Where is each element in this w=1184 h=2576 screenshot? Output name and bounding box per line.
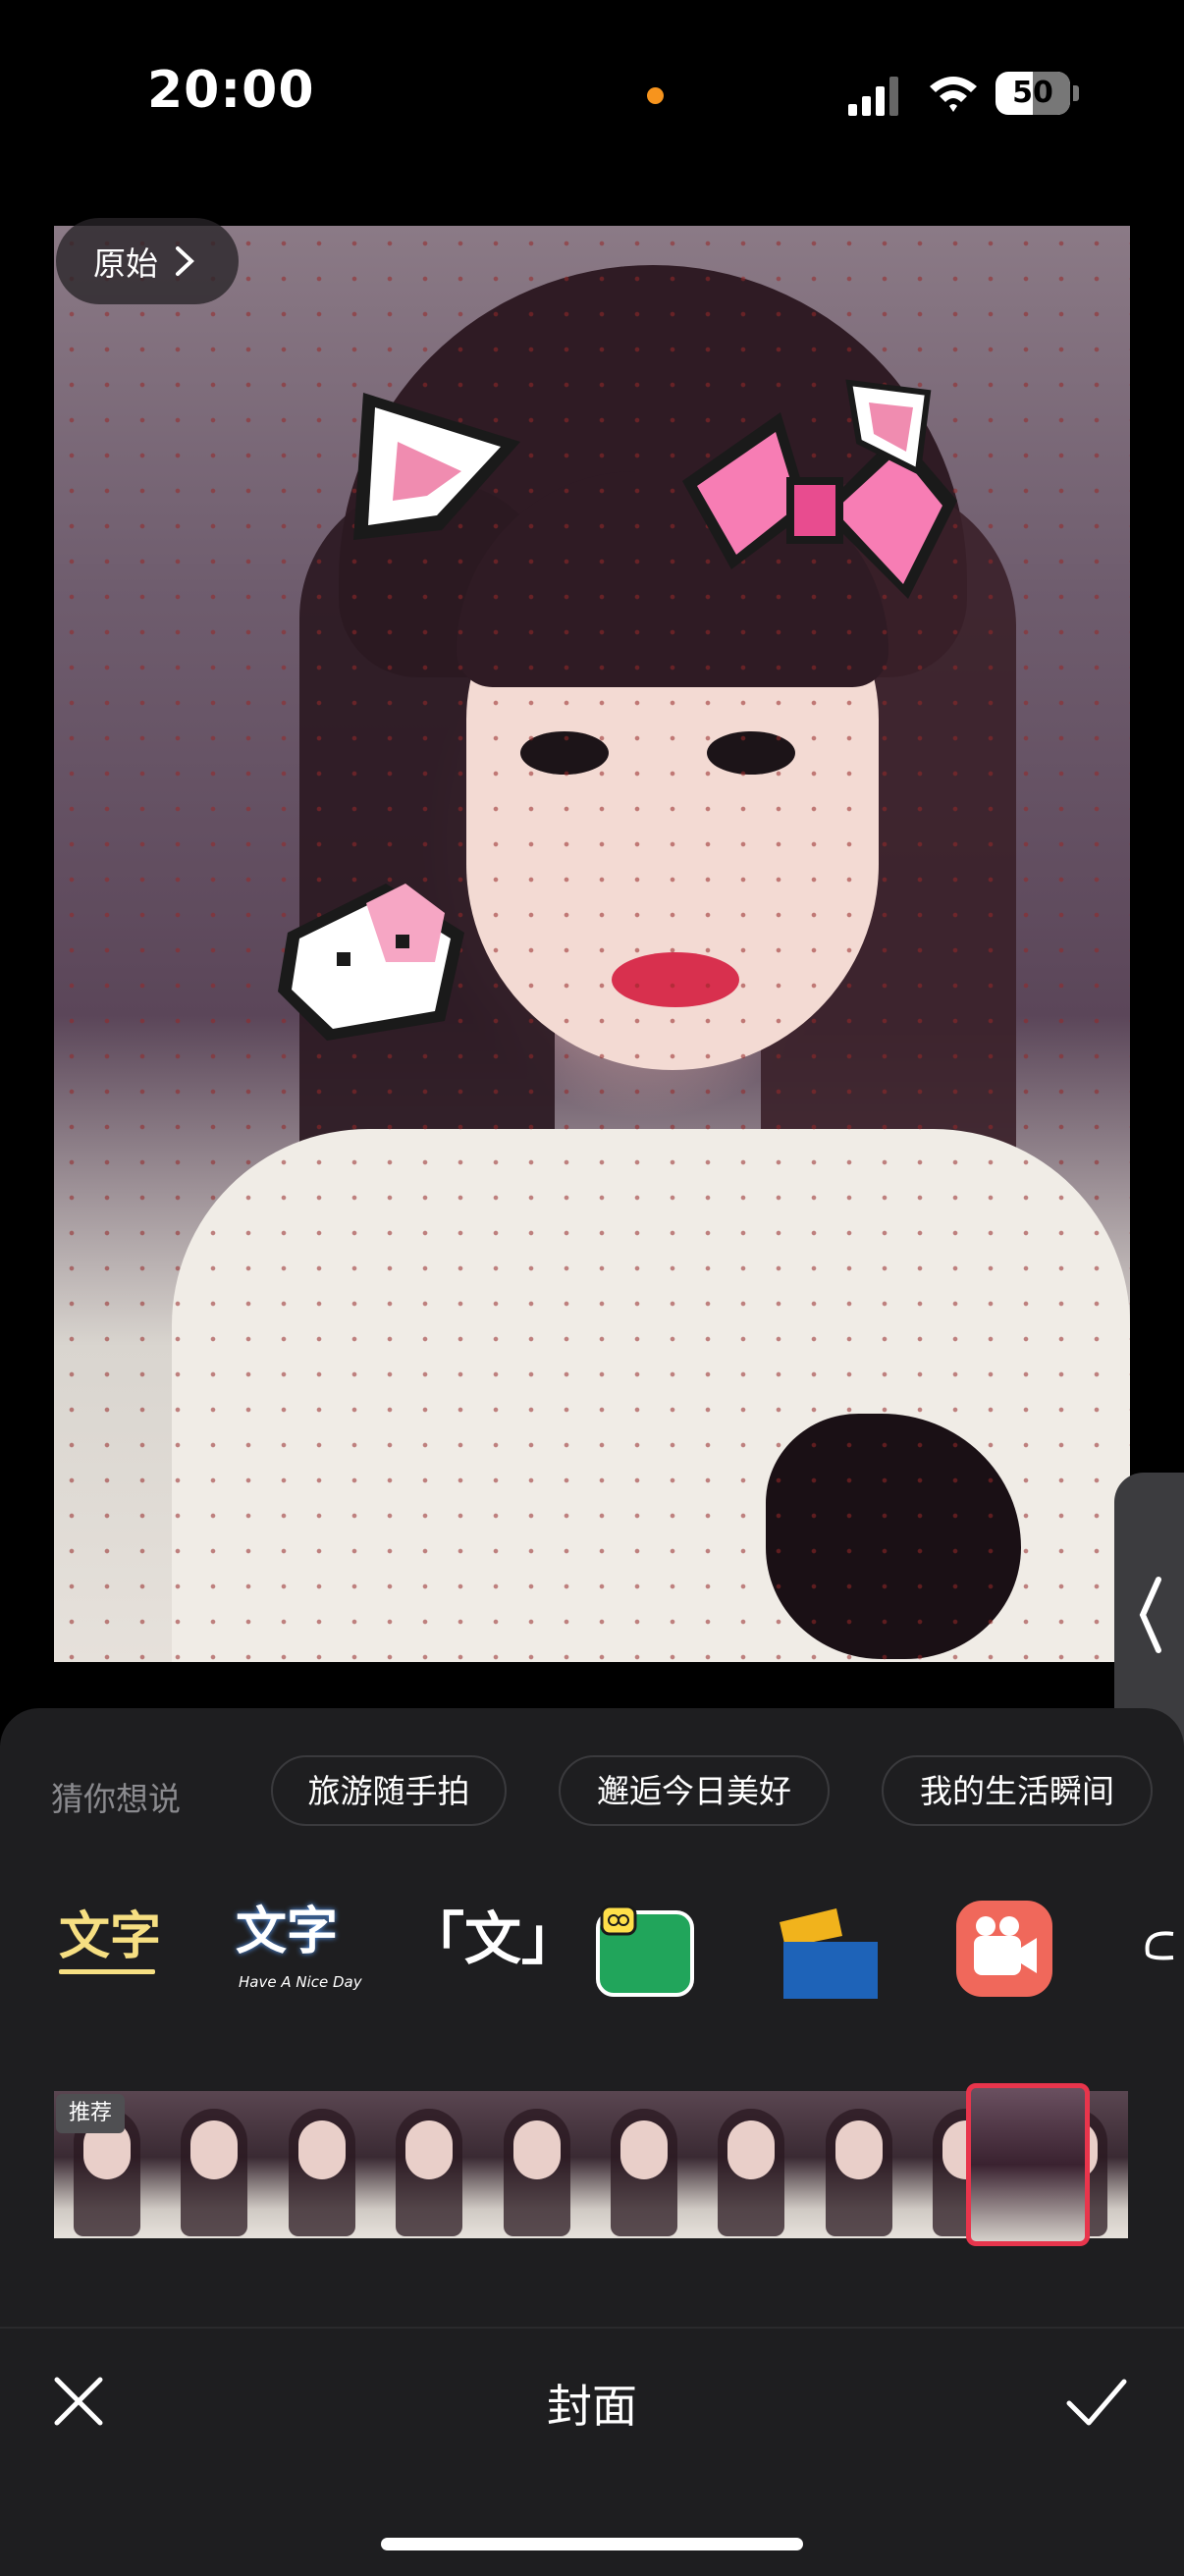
text-style-row: 文字 文字 Have A Nice Day 「文」 xyxy=(0,1875,1184,2022)
original-compare-button[interactable]: 原始 xyxy=(56,218,239,304)
frame-thumbnail[interactable] xyxy=(590,2091,699,2238)
checkmark-icon[interactable] xyxy=(1065,2374,1128,2429)
text-style-bracket[interactable]: 「文」 xyxy=(407,1893,578,1975)
privacy-indicator-dot xyxy=(647,87,664,104)
frame-thumbnail[interactable] xyxy=(483,2091,591,2238)
original-label: 原始 xyxy=(93,244,158,283)
text-style-yellow-label: 文字 xyxy=(59,1907,162,1966)
cover-photo-preview[interactable] xyxy=(54,226,1130,1662)
frame-thumbnail[interactable] xyxy=(805,2091,914,2238)
video-camera-sticker-icon[interactable] xyxy=(952,1897,1056,2001)
cat-ear-sticker xyxy=(353,393,520,540)
battery-level: 50 xyxy=(1012,76,1053,110)
status-bar: 20:00 50 xyxy=(0,0,1184,196)
cellular-icon xyxy=(848,77,898,116)
page-title: 封面 xyxy=(547,2380,637,2433)
suggestion-chip[interactable]: 我的生活瞬间 xyxy=(882,1755,1153,1826)
suggestion-chip[interactable]: 旅游随手拍 xyxy=(271,1755,507,1826)
text-style-glow-label: 文字 xyxy=(236,1903,339,1961)
battery-indicator: 50 xyxy=(996,72,1080,115)
selected-frame-handle[interactable] xyxy=(966,2083,1090,2246)
green-sticker-icon[interactable] xyxy=(594,1905,696,1999)
chevron-left-icon xyxy=(1139,1577,1161,1653)
text-style-glow-sub: Have A Nice Day xyxy=(239,1973,362,1991)
more-styles-icon[interactable] xyxy=(1134,1924,1184,1963)
home-indicator xyxy=(381,2538,803,2550)
recommended-badge: 推荐 xyxy=(56,2094,125,2133)
suggestions-label: 猜你想说 xyxy=(51,1780,181,1818)
pink-bow-sticker xyxy=(682,379,957,599)
wifi-icon xyxy=(930,77,977,112)
frame-thumbnail[interactable] xyxy=(268,2091,377,2238)
chevron-right-icon xyxy=(176,246,194,276)
suggestion-chip[interactable]: 邂逅今日美好 xyxy=(559,1755,830,1826)
status-time: 20:00 xyxy=(147,61,315,120)
frame-thumbnail[interactable] xyxy=(161,2091,269,2238)
frame-thumbnail[interactable] xyxy=(698,2091,806,2238)
tape-label-icon[interactable] xyxy=(774,1903,880,2001)
pig-sticker xyxy=(278,884,464,1041)
frame-thumbnail[interactable] xyxy=(376,2091,484,2238)
